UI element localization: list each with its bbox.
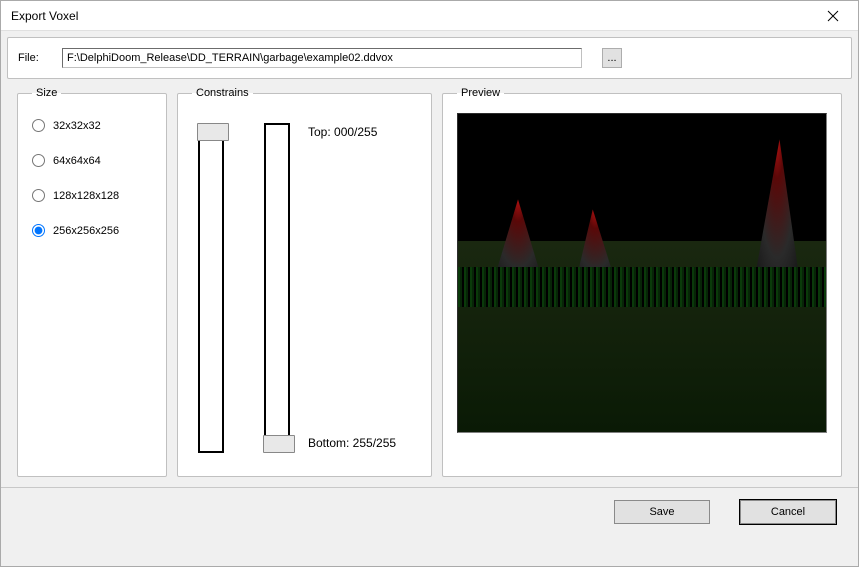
size-radio-256[interactable]: [32, 224, 45, 237]
size-option[interactable]: 128x128x128: [32, 189, 152, 202]
size-option[interactable]: 256x256x256: [32, 224, 152, 237]
bottom-slider[interactable]: [264, 123, 290, 453]
size-radio-128[interactable]: [32, 189, 45, 202]
cancel-button[interactable]: Cancel: [740, 500, 836, 524]
size-radio-label: 64x64x64: [53, 155, 101, 167]
size-option[interactable]: 64x64x64: [32, 154, 152, 167]
top-slider[interactable]: [198, 123, 224, 453]
size-fieldset: Size 32x32x32 64x64x64 128x128x128 256x2…: [17, 87, 167, 477]
size-radio-label: 128x128x128: [53, 190, 119, 202]
preview-image: [457, 113, 827, 433]
file-label: File:: [18, 52, 42, 64]
file-path-input[interactable]: [62, 48, 582, 68]
terrain-ground: [458, 267, 826, 307]
file-row: File: ...: [7, 37, 852, 79]
browse-button[interactable]: ...: [602, 48, 622, 68]
bottom-value-label: Bottom: 255/255: [308, 436, 396, 450]
size-radio-label: 32x32x32: [53, 120, 101, 132]
constrains-legend: Constrains: [192, 87, 253, 99]
content-area: File: ... Size 32x32x32 64x64x64 128x128…: [1, 31, 858, 487]
size-radio-label: 256x256x256: [53, 225, 119, 237]
terrain-peak: [752, 139, 802, 279]
save-button[interactable]: Save: [614, 500, 710, 524]
bottom-slider-thumb[interactable]: [263, 435, 295, 453]
top-value-label: Top: 000/255: [308, 125, 377, 139]
window-title: Export Voxel: [11, 9, 78, 23]
preview-fieldset: Preview: [442, 87, 842, 477]
preview-legend: Preview: [457, 87, 504, 99]
titlebar: Export Voxel: [1, 1, 858, 31]
size-option[interactable]: 32x32x32: [32, 119, 152, 132]
size-radio-64[interactable]: [32, 154, 45, 167]
button-bar: Save Cancel: [1, 487, 858, 536]
size-legend: Size: [32, 87, 61, 99]
constrains-fieldset: Constrains Top: 000/255 Bottom: 255/255: [177, 87, 432, 477]
close-icon[interactable]: [818, 6, 848, 26]
panels: Size 32x32x32 64x64x64 128x128x128 256x2…: [7, 79, 852, 487]
size-radio-32[interactable]: [32, 119, 45, 132]
top-slider-thumb[interactable]: [197, 123, 229, 141]
